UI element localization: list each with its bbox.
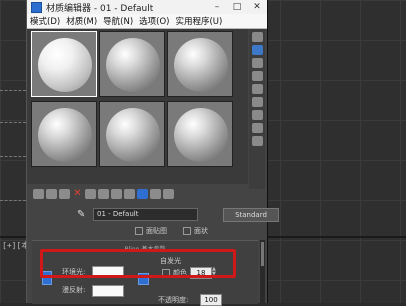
get-material-icon[interactable]	[33, 189, 44, 199]
grid-line	[0, 200, 26, 201]
sample-sphere	[106, 108, 160, 162]
go-to-parent-icon[interactable]	[163, 189, 174, 199]
background-icon[interactable]	[251, 58, 263, 68]
menu-options[interactable]: 选项(O)	[136, 15, 172, 27]
scrollbar-thumb[interactable]	[261, 242, 264, 266]
options-icon[interactable]	[251, 110, 263, 120]
sample-sphere	[38, 108, 92, 162]
material-name-row: ✎ 01 - Default	[77, 208, 198, 221]
side-toolbar	[249, 29, 265, 189]
wire-option[interactable]: 面状	[183, 226, 208, 236]
window-title: 材质编辑器 - 01 - Default	[46, 3, 154, 14]
delete-icon[interactable]: ✕	[72, 189, 83, 199]
sample-sphere	[174, 108, 228, 162]
unique-icon[interactable]	[98, 189, 109, 199]
show-shaded-icon[interactable]	[150, 189, 161, 199]
grid-line	[0, 122, 26, 123]
checkbox[interactable]	[135, 227, 143, 235]
sample-slots	[27, 29, 248, 184]
sample-slot[interactable]	[31, 101, 97, 167]
make-preview-icon[interactable]	[251, 97, 263, 107]
sample-slot[interactable]	[31, 31, 97, 97]
sample-slot[interactable]	[99, 101, 165, 167]
opacity-spinner[interactable]: 100	[200, 294, 222, 306]
diffuse-label: 漫反射:	[62, 286, 86, 294]
sample-sphere	[106, 38, 160, 92]
menu-bar: 模式(D) 材质(M) 导航(N) 选项(O) 实用程序(U)	[27, 14, 267, 29]
put-to-scene-icon[interactable]	[46, 189, 57, 199]
material-toolbar: ✕	[33, 189, 174, 203]
checkbox[interactable]	[183, 227, 191, 235]
copy-icon[interactable]	[85, 189, 96, 199]
material-id-icon[interactable]	[124, 189, 135, 199]
menu-material[interactable]: 材质(M)	[63, 15, 100, 27]
window-controls: – □ ✕	[207, 0, 267, 14]
diffuse-color-swatch[interactable]	[92, 285, 124, 297]
annotation-highlight-box	[40, 249, 236, 278]
shader-options: 面贴图 面状	[135, 226, 208, 236]
select-by-material-icon[interactable]	[251, 123, 263, 133]
eyedropper-icon[interactable]: ✎	[77, 209, 87, 220]
material-name-field[interactable]: 01 - Default	[93, 208, 198, 221]
opacity-label: 不透明度:	[158, 296, 189, 304]
minimize-button[interactable]: –	[207, 0, 227, 14]
backlight-icon[interactable]	[251, 45, 263, 55]
faceted-option[interactable]: 面贴图	[135, 226, 167, 236]
grid-line	[0, 156, 26, 157]
title-bar: 材质编辑器 - 01 - Default – □ ✕	[27, 0, 267, 14]
assign-icon[interactable]	[59, 189, 70, 199]
put-library-icon[interactable]	[111, 189, 122, 199]
sample-slot[interactable]	[167, 101, 233, 167]
maximize-button[interactable]: □	[227, 0, 247, 14]
uv-tiling-icon[interactable]	[251, 71, 263, 81]
sample-sphere	[38, 38, 92, 92]
menu-mode[interactable]: 模式(D)	[27, 15, 63, 27]
app-icon	[31, 1, 42, 13]
sample-type-icon[interactable]	[251, 32, 263, 42]
material-navigator-icon[interactable]	[251, 136, 263, 146]
sample-slot[interactable]	[167, 31, 233, 97]
grid-line	[0, 90, 26, 91]
video-color-icon[interactable]	[251, 84, 263, 94]
material-type-button[interactable]: Standard	[223, 208, 279, 222]
sample-sphere	[174, 38, 228, 92]
close-button[interactable]: ✕	[247, 0, 267, 14]
sample-slot[interactable]	[99, 31, 165, 97]
menu-utilities[interactable]: 实用程序(U)	[172, 15, 225, 27]
show-map-icon[interactable]	[137, 189, 148, 199]
menu-navigation[interactable]: 导航(N)	[100, 15, 136, 27]
